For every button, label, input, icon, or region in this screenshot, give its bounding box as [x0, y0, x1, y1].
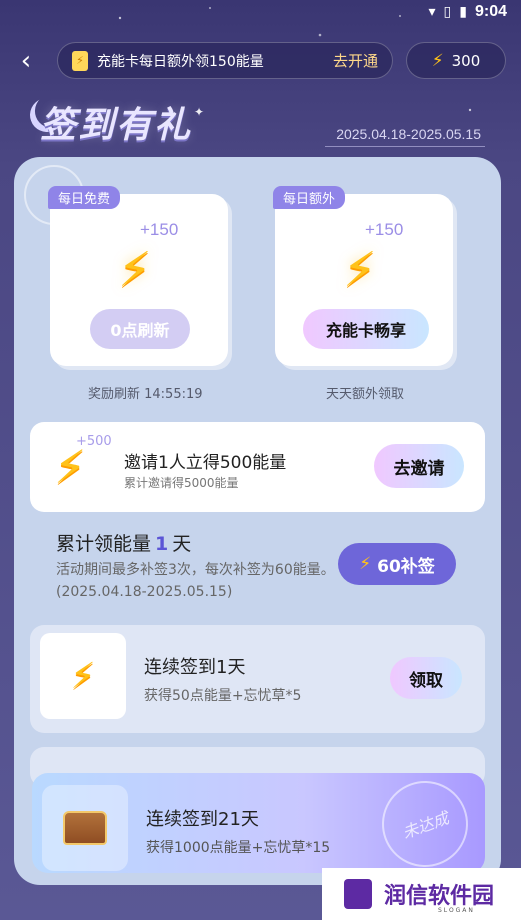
signal-icon: ▯	[443, 4, 452, 20]
lightning-icon: ⚡	[359, 554, 372, 574]
battery-icon: ▮	[459, 4, 467, 20]
lightning-icon: ⚡	[431, 50, 444, 71]
cumulative-days: 累计领能量 1 天	[56, 529, 191, 556]
task-title: 连续签到1天	[144, 657, 246, 678]
refresh-button[interactable]: 0点刷新	[90, 309, 190, 349]
status-time: 9:04	[474, 3, 507, 20]
top-bar: ‹ ⚡ 充能卡每日额外领150能量 去开通 ⚡ 300	[0, 42, 521, 80]
makeup-sign-button[interactable]: ⚡ 60补签	[338, 543, 456, 585]
wifi-icon: ▾	[428, 4, 436, 20]
invite-title: 邀请1人立得500能量	[124, 453, 287, 473]
event-date-range: 2025.04.18-2025.05.15	[336, 126, 481, 142]
status-bar: ▾ ▯ ▮ 9:04	[0, 0, 521, 24]
task-subtitle: 获得50点能量+忘忧草*5	[144, 688, 302, 704]
invite-button[interactable]: 去邀请	[374, 444, 464, 488]
claim-button[interactable]: 领取	[390, 657, 462, 699]
invite-card: ⚡ +500 邀请1人立得500能量 累计邀请得5000能量 去邀请	[30, 422, 485, 512]
extra-reward-caption: 天天额外领取	[326, 387, 405, 402]
not-achieved-stamp: 未达成	[369, 768, 481, 880]
cumulative-count: 1	[155, 533, 169, 555]
watermark-logo	[344, 879, 372, 909]
chevron-left-icon: ‹	[20, 46, 32, 76]
reward-tag: 每日免费	[48, 186, 121, 209]
reward-amount: +150	[140, 220, 179, 239]
treasure-box	[42, 785, 128, 871]
cumulative-prefix: 累计领能量	[56, 533, 152, 555]
treasure-chest-icon	[63, 811, 107, 845]
charge-card-enjoy-button[interactable]: 充能卡畅享	[303, 309, 429, 349]
task-icon-box: ⚡	[40, 633, 126, 719]
lightning-icon: ⚡	[70, 655, 96, 697]
watermark: 润信软件园 SLOGAN	[322, 868, 521, 920]
refresh-countdown: 奖励刷新 14:55:19	[88, 387, 203, 402]
energy-balance-value: 300	[451, 51, 481, 70]
makeup-description: 活动期间最多补签3次，每次补签为60能量。(2025.04.18-2025.05…	[56, 562, 335, 600]
streak-task-card: ⚡ 连续签到1天 获得50点能量+忘忧草*5 领取	[30, 625, 485, 733]
final-task-subtitle: 获得1000点能量+忘忧草*15	[146, 840, 331, 856]
reward-amount: +150	[365, 220, 404, 239]
lightning-icon: ⚡	[118, 242, 152, 298]
watermark-slogan: SLOGAN	[438, 907, 475, 914]
back-button[interactable]: ‹	[12, 46, 40, 76]
page-title: 签到有礼	[40, 104, 193, 146]
activate-link[interactable]: 去开通	[333, 50, 378, 71]
title-row: 签到有礼 2025.04.18-2025.05.15	[32, 96, 485, 152]
charge-card-icon: ⚡	[72, 50, 88, 71]
charge-card-banner[interactable]: ⚡ 充能卡每日额外领150能量 去开通	[57, 42, 393, 79]
watermark-text: 润信软件园	[384, 884, 495, 909]
invite-subtitle: 累计邀请得5000能量	[124, 476, 239, 490]
promo-text: 充能卡每日额外领150能量	[97, 53, 264, 70]
cumulative-suffix: 天	[172, 533, 192, 555]
free-daily-reward-card: 每日免费 +150 ⚡ 0点刷新	[48, 186, 228, 366]
streak-21-card: 连续签到21天 获得1000点能量+忘忧草*15 未达成	[32, 768, 485, 880]
makeup-label: 60补签	[377, 556, 435, 577]
energy-balance[interactable]: ⚡ 300	[406, 42, 506, 79]
invite-badge: +500	[76, 434, 112, 449]
final-task-title: 连续签到21天	[146, 809, 259, 830]
lightning-icon: ⚡	[343, 242, 377, 298]
extra-daily-reward-card: 每日额外 +150 ⚡ 充能卡畅享	[273, 186, 453, 366]
divider	[325, 146, 485, 147]
reward-tag: 每日额外	[273, 186, 346, 209]
